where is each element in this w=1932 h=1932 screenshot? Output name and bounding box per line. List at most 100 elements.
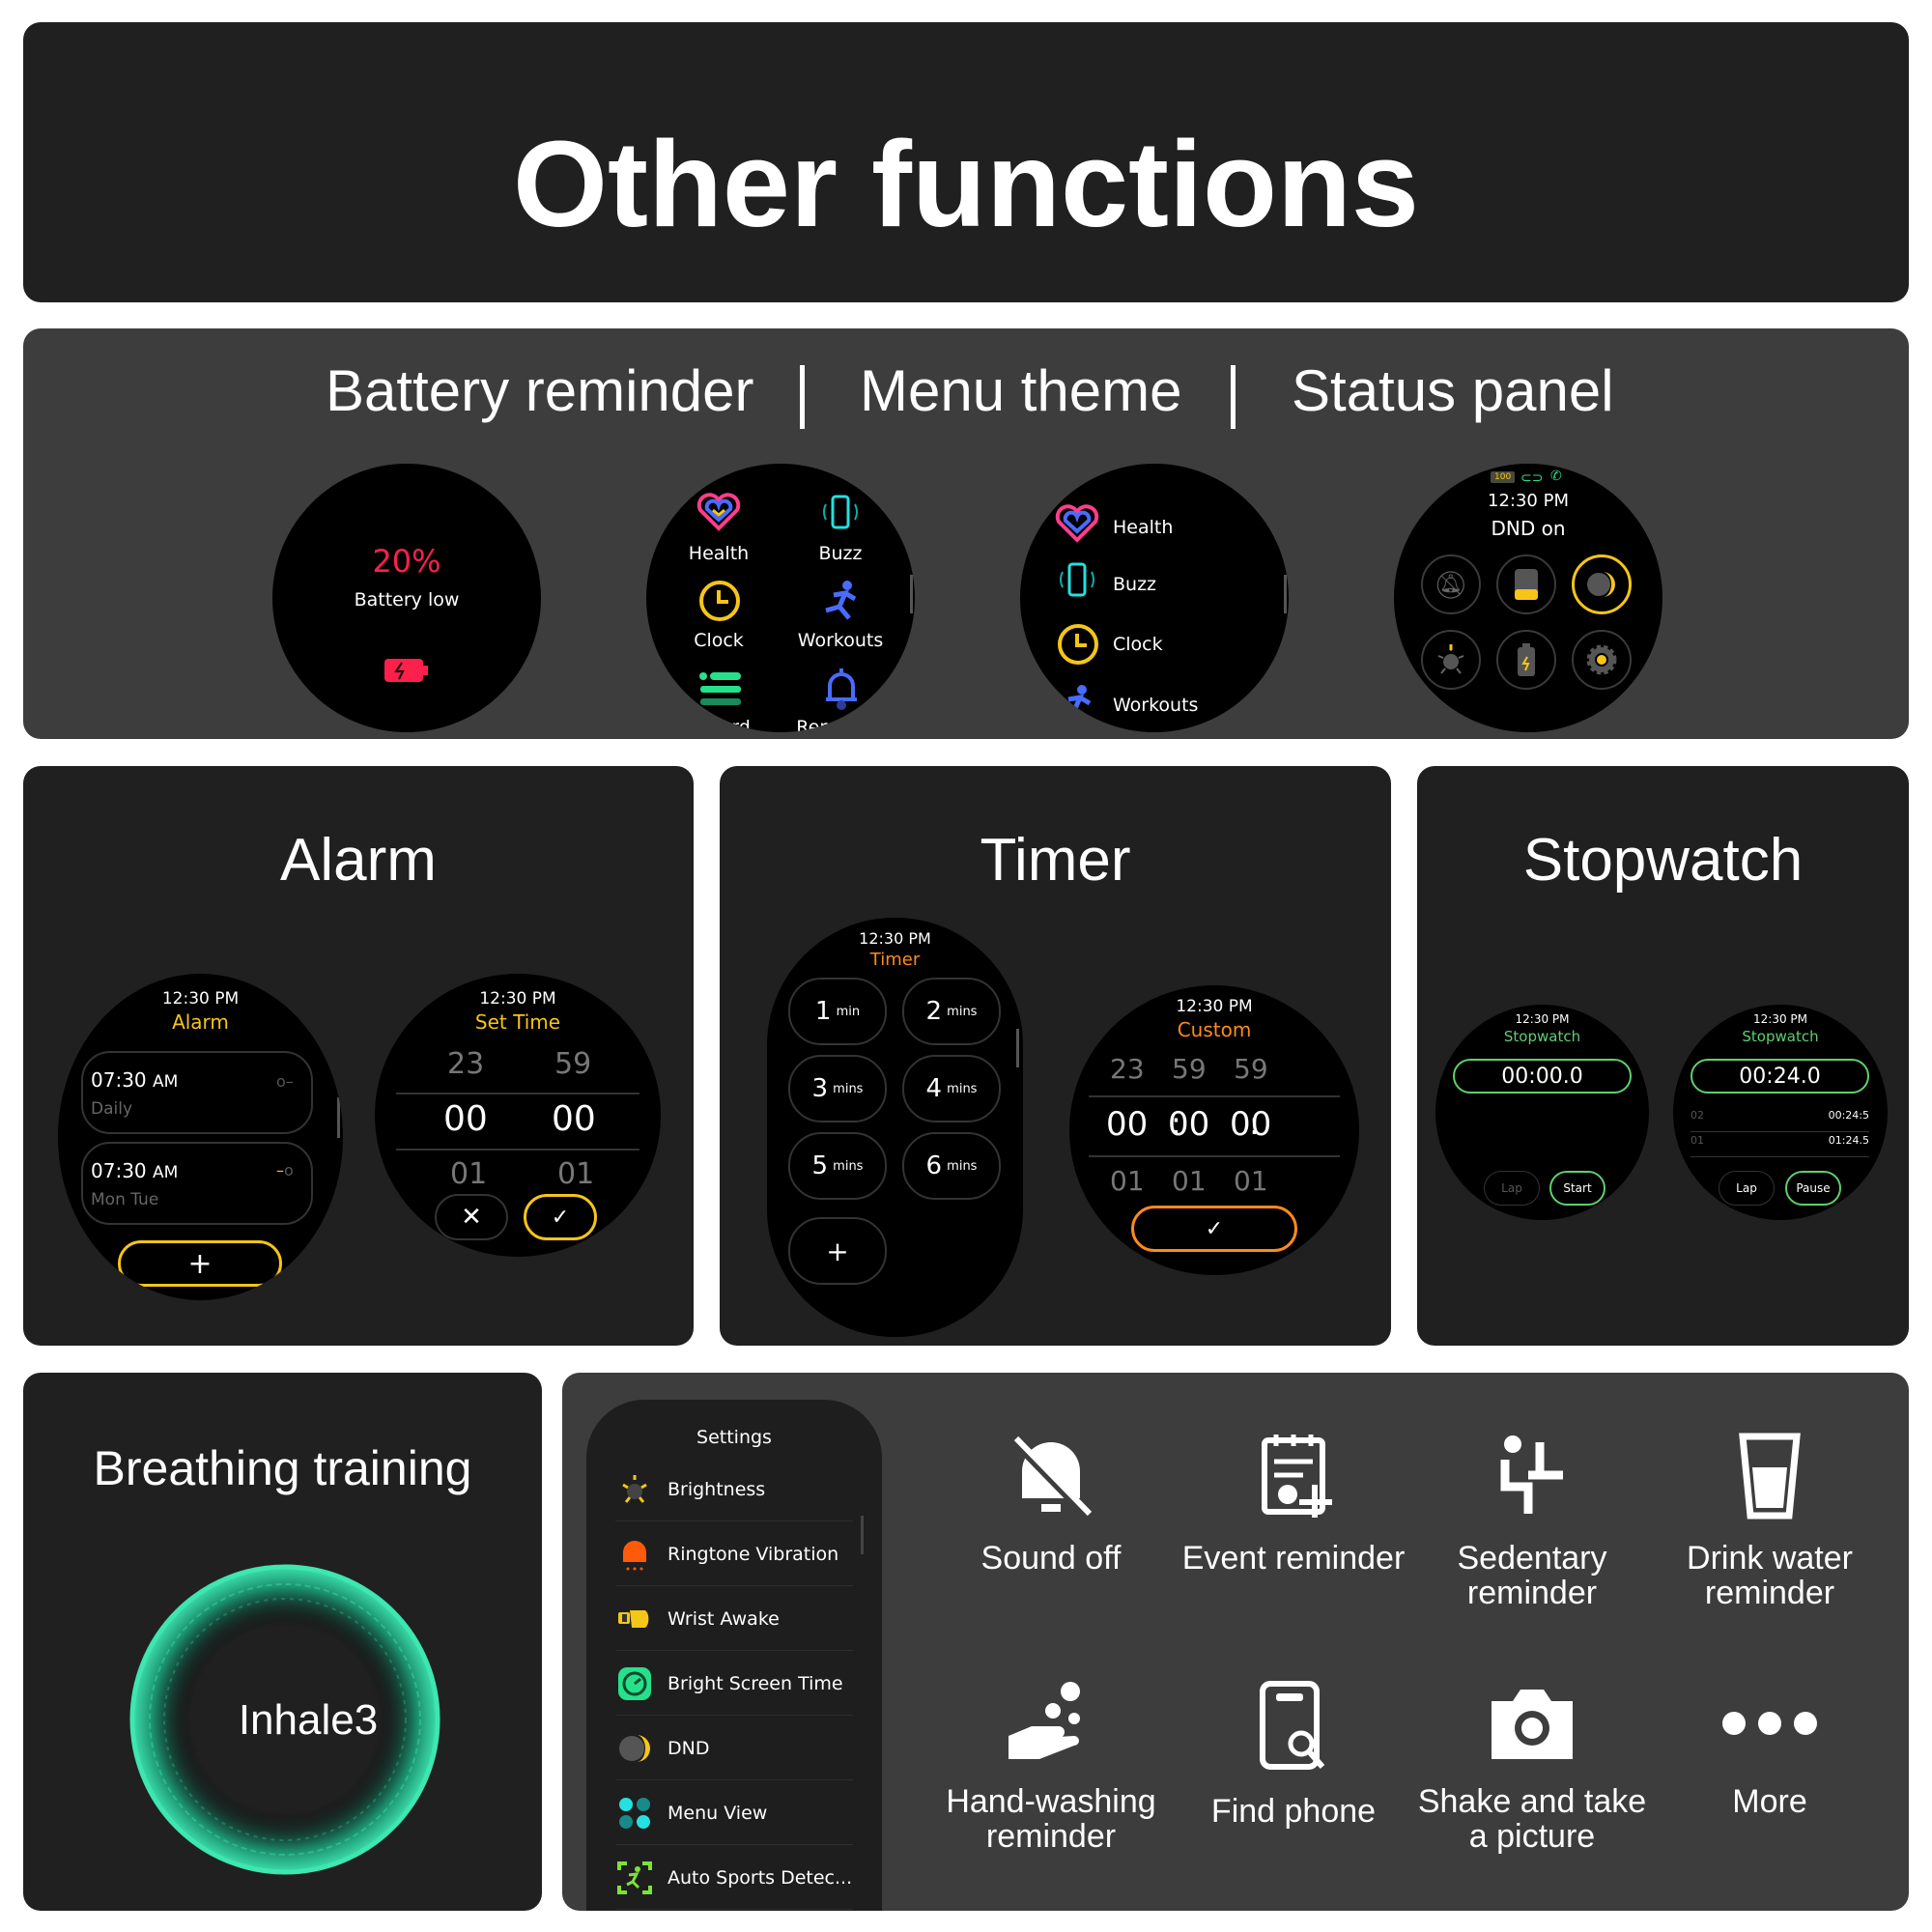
feature-sedentary-reminder[interactable]: Sedentary reminder xyxy=(1411,1433,1653,1610)
header-battery: Battery reminder xyxy=(326,358,754,423)
alarm-toggle-off[interactable]: o– xyxy=(276,1072,294,1091)
scrollbar[interactable] xyxy=(910,575,913,613)
find-phone-icon xyxy=(1173,1680,1414,1776)
heart-icon xyxy=(1055,504,1099,543)
lap-button[interactable]: Lap xyxy=(1484,1171,1540,1206)
alarm-item[interactable]: 07:30 AM Mon Tue –o xyxy=(81,1142,313,1225)
cancel-button[interactable]: ✕ xyxy=(435,1194,508,1240)
preset-unit: mins xyxy=(833,1081,864,1096)
menu-item-workouts[interactable]: Workouts xyxy=(1113,695,1198,716)
menu-grid-watch[interactable]: Health Buzz Clock Workouts Record Remind… xyxy=(646,464,915,732)
start-button[interactable]: Start xyxy=(1549,1171,1605,1206)
timer-preset-button[interactable]: 1 min xyxy=(788,978,887,1045)
alarm-time: 07:30 xyxy=(91,1068,147,1092)
settings-item[interactable]: Brightness xyxy=(615,1458,853,1521)
add-alarm-button[interactable]: + xyxy=(118,1240,282,1287)
alarm-toggle-on[interactable]: –o xyxy=(276,1161,294,1179)
battery-saver-icon[interactable] xyxy=(1496,630,1556,690)
brightness-icon[interactable] xyxy=(1421,630,1481,690)
feature-sound-off[interactable]: Sound off xyxy=(930,1433,1172,1576)
minute-picker[interactable]: 00 xyxy=(552,1099,596,1139)
menu-item-clock[interactable]: Clock xyxy=(661,630,777,651)
screen-header: Alarm xyxy=(172,1010,229,1034)
feature-label: Sedentary reminder xyxy=(1457,1540,1607,1611)
lap-row: 02 00:24:5 xyxy=(1690,1109,1869,1132)
timer-presets-watch: 12:30 PM Timer 1 min 2 mins 3 mins 4 mins 5 … xyxy=(767,918,1023,1337)
settings-item[interactable]: Ringtone Vibration xyxy=(615,1522,853,1586)
clock-time: 12:30 PM xyxy=(1176,997,1253,1016)
screen-header: Timer xyxy=(869,950,921,970)
below-value: 01 xyxy=(1172,1165,1207,1197)
find-phone-icon[interactable] xyxy=(1496,554,1556,614)
alarm-time: 07:30 xyxy=(91,1159,147,1182)
menu-list-watch[interactable]: Health Buzz Clock Workouts xyxy=(1020,464,1289,732)
status-time: 12:30 PM xyxy=(1488,491,1569,511)
running-icon xyxy=(1062,685,1092,718)
menu-item-reminder[interactable]: Reminder xyxy=(782,717,898,732)
lap-button[interactable]: Lap xyxy=(1719,1171,1775,1206)
feature-event-reminder[interactable]: Event reminder xyxy=(1173,1433,1414,1576)
preset-unit: mins xyxy=(833,1158,864,1174)
feature-label: Drink water reminder xyxy=(1687,1540,1853,1611)
menu-item-health[interactable]: Health xyxy=(661,543,777,564)
clock-icon xyxy=(699,581,740,621)
feature-shake-and-take-a-picture[interactable]: Shake and take a picture xyxy=(1411,1680,1653,1854)
scrollbar[interactable] xyxy=(1016,1029,1019,1067)
settings-item[interactable]: Menu View xyxy=(615,1781,853,1845)
timer-preset-button[interactable]: 2 mins xyxy=(902,978,1001,1045)
settings-item-label: Auto Sports Detec... xyxy=(668,1866,853,1889)
menu-item-buzz[interactable]: Buzz xyxy=(1113,574,1156,595)
timer-preset-button[interactable]: 6 mins xyxy=(902,1132,1001,1200)
timer-preset-button[interactable]: 4 mins xyxy=(902,1055,1001,1122)
brightness-icon xyxy=(615,1470,654,1509)
minute-below: 01 xyxy=(557,1157,595,1191)
screen-header: Stopwatch xyxy=(1503,1028,1581,1045)
hour-picker[interactable]: 00 xyxy=(443,1099,488,1139)
menu-item-health[interactable]: Health xyxy=(1113,517,1173,538)
add-timer-button[interactable]: + xyxy=(788,1217,887,1285)
menu-item-clock[interactable]: Clock xyxy=(1113,634,1163,655)
screen-header: Custom xyxy=(1177,1018,1252,1041)
divider xyxy=(396,1149,639,1151)
lap-time: 01:24.5 xyxy=(1828,1134,1869,1147)
clock-time: 12:30 PM xyxy=(161,989,240,1009)
feature-label: Find phone xyxy=(1210,1793,1377,1830)
menu-item-record[interactable]: Record xyxy=(661,717,777,732)
timer-preset-button[interactable]: 5 mins xyxy=(788,1132,887,1200)
confirm-button[interactable]: ✓ xyxy=(524,1194,597,1240)
bell-off-icon[interactable]: 🔕︎ xyxy=(1421,554,1481,614)
scrollbar[interactable] xyxy=(337,1097,340,1138)
auto-sports-icon xyxy=(615,1859,654,1897)
timer-preset-button[interactable]: 3 mins xyxy=(788,1055,887,1122)
running-icon xyxy=(825,581,857,620)
settings-icon[interactable] xyxy=(1572,630,1632,690)
screen-header: Stopwatch xyxy=(1742,1028,1819,1045)
settings-item[interactable]: Wrist Awake xyxy=(615,1587,853,1651)
confirm-button[interactable]: ✓ xyxy=(1131,1206,1297,1252)
feature-find-phone[interactable]: Find phone xyxy=(1173,1680,1414,1829)
pause-button[interactable]: Pause xyxy=(1785,1171,1841,1206)
menu-item-buzz[interactable]: Buzz xyxy=(782,543,898,564)
settings-item[interactable]: DND xyxy=(615,1717,853,1780)
settings-item-label: Bright Screen Time xyxy=(668,1672,843,1694)
clock-time: 12:30 PM xyxy=(1515,1012,1570,1026)
settings-item[interactable]: Bright Screen Time xyxy=(615,1652,853,1716)
settings-header: Settings xyxy=(696,1427,772,1448)
feature-hand-washing-reminder[interactable]: Hand-washing reminder xyxy=(930,1680,1172,1854)
moon-icon[interactable] xyxy=(1572,554,1632,614)
scrollbar[interactable] xyxy=(1284,575,1287,613)
preset-value: 3 xyxy=(811,1074,829,1103)
feature-drink-water-reminder[interactable]: Drink water reminder xyxy=(1649,1433,1890,1610)
breathing-title: Breathing training xyxy=(93,1441,472,1495)
battery-watch: 20% Battery low xyxy=(272,464,541,732)
time-picker[interactable]: 00 xyxy=(1106,1105,1148,1144)
preset-value: 4 xyxy=(925,1074,943,1103)
scrollbar[interactable] xyxy=(861,1516,864,1554)
preset-value: 5 xyxy=(811,1151,829,1180)
preset-unit: min xyxy=(836,1004,861,1019)
feature-more[interactable]: More xyxy=(1649,1680,1890,1819)
alarm-item[interactable]: 07:30 AM Daily o– xyxy=(81,1051,313,1134)
clock-icon xyxy=(1058,624,1098,665)
settings-item[interactable]: Auto Sports Detec... xyxy=(615,1846,853,1910)
menu-item-workouts[interactable]: Workouts xyxy=(782,630,898,651)
